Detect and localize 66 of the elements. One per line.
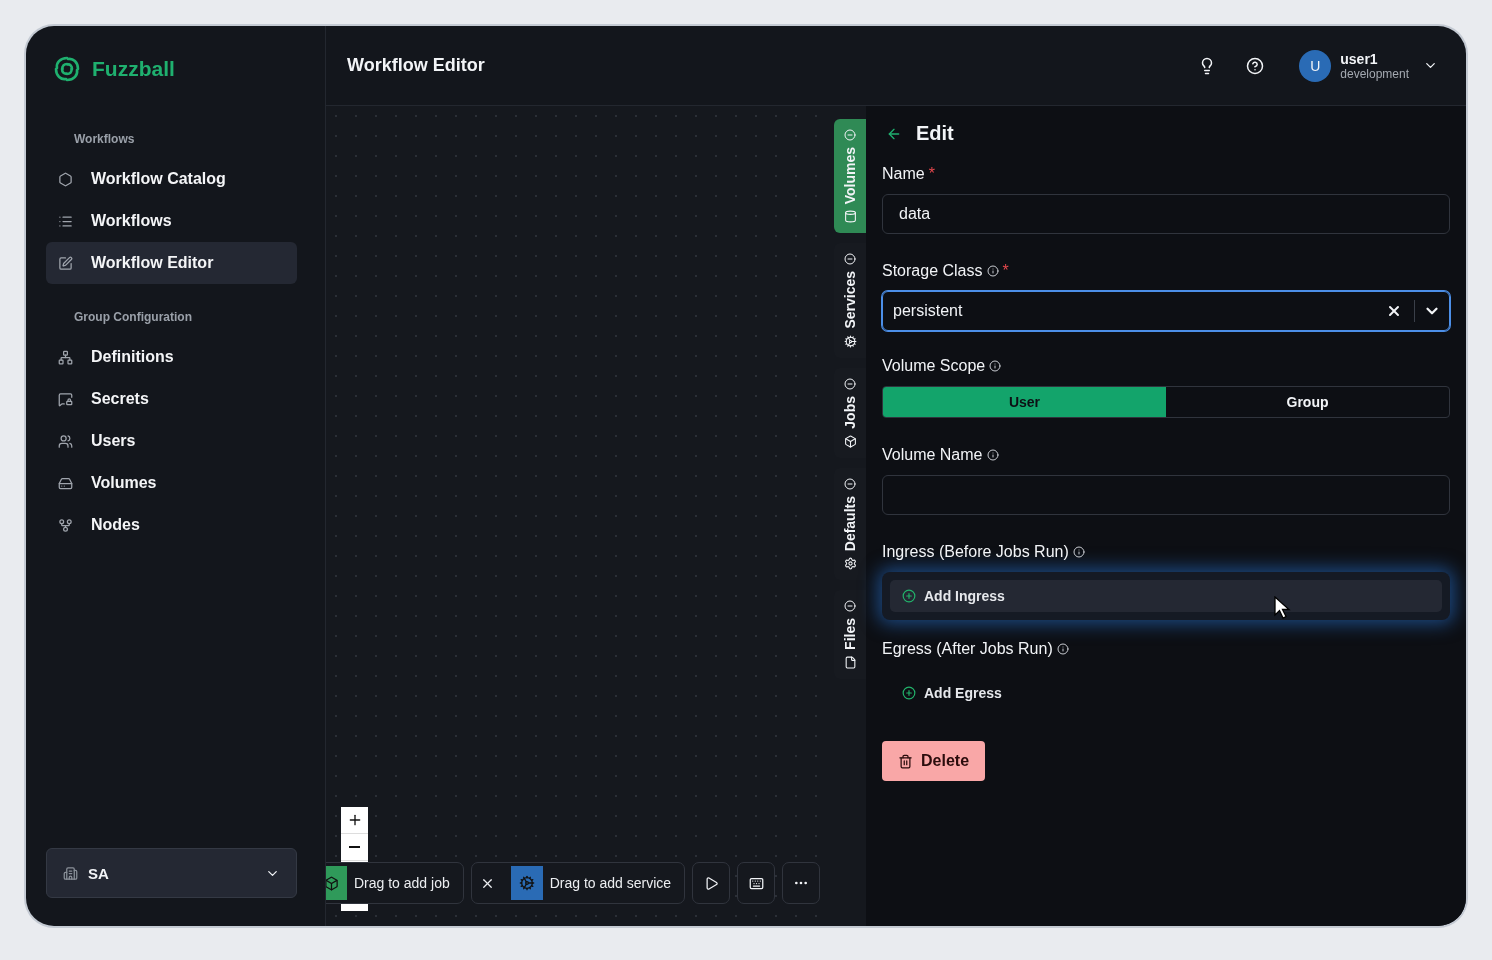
user-name: user1: [1340, 50, 1379, 67]
segment-option[interactable]: User: [883, 387, 1166, 417]
cylinder-icon: [843, 210, 857, 224]
keyboard-icon: [748, 875, 764, 891]
field-label: Volume Scope: [882, 357, 986, 375]
logo-icon: [52, 54, 82, 84]
users-icon: [58, 433, 73, 449]
fork-icon: [58, 517, 73, 533]
drive-icon: [58, 475, 73, 491]
cube-icon: [326, 875, 339, 891]
field-label: Ingress (Before Jobs Run): [882, 543, 1069, 561]
add-button[interactable]: Add Egress: [890, 677, 1442, 709]
delete-button[interactable]: Delete: [882, 741, 986, 781]
select-field[interactable]: persistent: [882, 291, 1450, 331]
side-tab[interactable]: Volumes: [834, 119, 866, 234]
section-title: Group Configuration: [73, 310, 193, 324]
cube-icon: [843, 434, 857, 448]
user-role: development: [1340, 66, 1409, 81]
field-label: Volume Name: [882, 446, 983, 464]
app-name: Fuzzball: [92, 57, 175, 81]
hexagon-icon: [58, 171, 73, 187]
help-icon: [1246, 56, 1265, 75]
plus-circle-icon: [902, 589, 916, 603]
minus-icon: [349, 846, 360, 848]
clear-icon[interactable]: [1386, 303, 1402, 319]
file-icon: [843, 655, 857, 669]
nav-item[interactable]: Workflow Catalog: [46, 158, 297, 200]
nav-item[interactable]: Workflows: [46, 200, 297, 242]
text-field[interactable]: [882, 475, 1450, 515]
nav-item[interactable]: Definitions: [46, 336, 297, 378]
gear-icon: [843, 556, 857, 570]
trash-icon: [898, 753, 913, 769]
nav-item[interactable]: Volumes: [46, 462, 297, 504]
nav-item[interactable]: Workflow Editor: [46, 242, 297, 284]
collapse-icon: [844, 377, 856, 390]
run-button[interactable]: [692, 862, 731, 904]
hierarchy-icon: [58, 349, 73, 365]
plus-circle-icon: [902, 686, 916, 700]
lock-message-icon: [58, 391, 73, 407]
play-icon: [703, 875, 719, 891]
page-title: Workflow Editor: [347, 55, 486, 76]
nav-item[interactable]: Secrets: [46, 378, 297, 420]
user-avatar[interactable]: U: [1299, 49, 1332, 82]
drag-job-button[interactable]: Drag to add job: [326, 862, 464, 904]
field-label: Name: [882, 165, 925, 183]
building-icon: [63, 865, 78, 881]
required-mark: *: [928, 165, 935, 183]
collapse-icon: [844, 253, 856, 266]
nav-item[interactable]: Nodes: [46, 504, 297, 546]
nav-item[interactable]: Users: [46, 420, 297, 462]
cursor-icon: [1274, 596, 1292, 620]
field-label: Storage Class: [882, 262, 983, 280]
collapse-icon: [844, 129, 856, 141]
org-switcher[interactable]: SA: [46, 848, 297, 898]
collapse-icon: [844, 599, 856, 612]
keyboard-button[interactable]: [737, 862, 776, 904]
list-icon: [58, 213, 73, 229]
collapse-icon: [844, 477, 856, 490]
section-title: Workflows: [73, 132, 136, 146]
panel-title: Edit: [916, 122, 954, 145]
drag-service-button[interactable]: Drag to add service: [470, 862, 686, 904]
required-mark: *: [1002, 262, 1009, 280]
edit-icon: [58, 255, 73, 271]
field-label: Egress (After Jobs Run): [882, 640, 1053, 658]
text-field[interactable]: data: [882, 194, 1450, 234]
segment-option[interactable]: Group: [1166, 387, 1449, 417]
